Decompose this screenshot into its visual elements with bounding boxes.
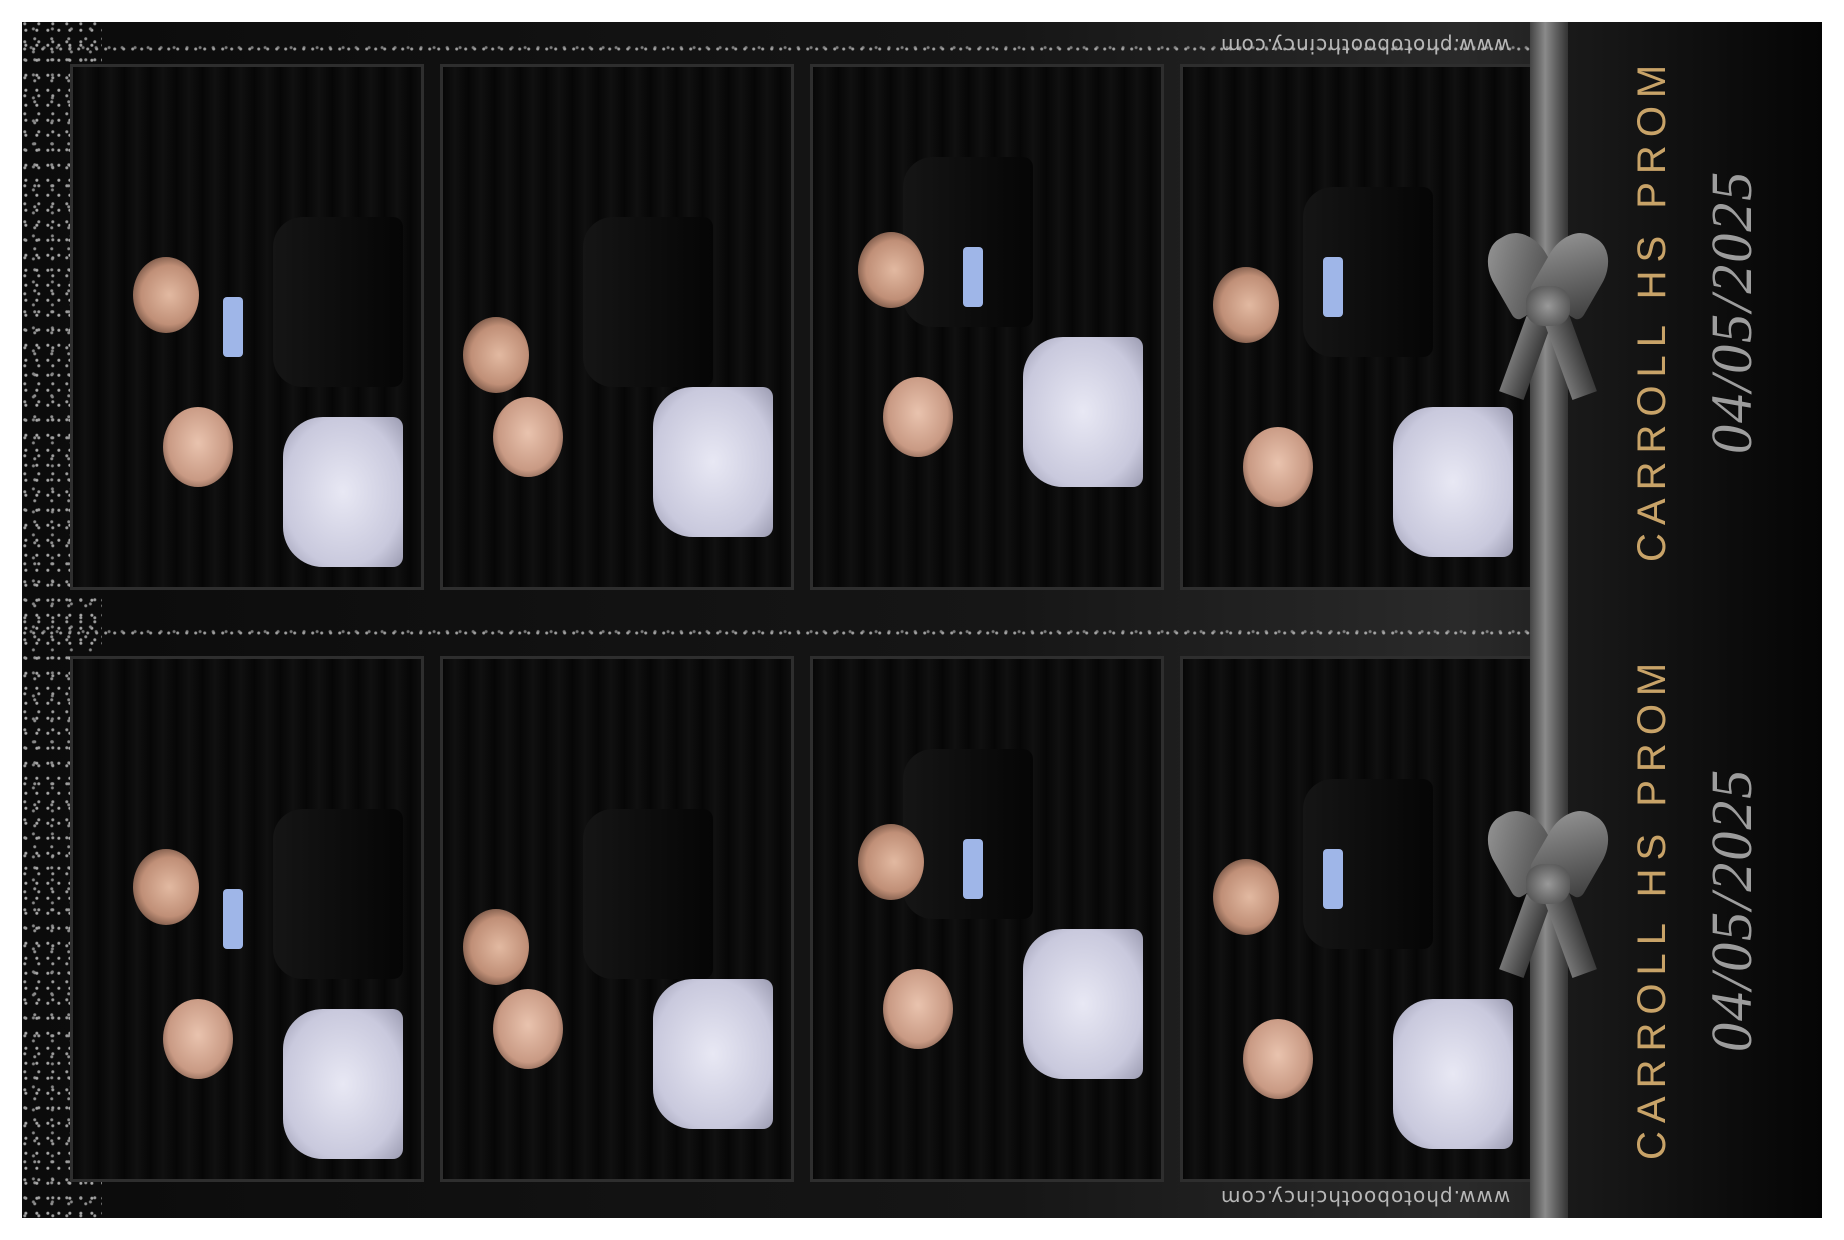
photo-frame-1 [70, 64, 424, 590]
photo-frame-2 [440, 64, 794, 590]
photo-booth-print: www.photoboothcincy.com CARROLL HS PROM … [22, 22, 1822, 1218]
sparkle-row [22, 626, 1542, 640]
photo-frame-3 [810, 64, 1164, 590]
event-title: CARROLL HS PROM [1630, 654, 1674, 1160]
photo-frame-7 [810, 656, 1164, 1182]
event-title: CARROLL HS PROM [1630, 56, 1674, 562]
photo-frame-4 [1180, 64, 1536, 590]
website-label: www.photoboothcincy.com [1220, 1186, 1511, 1210]
photo-frame-6 [440, 656, 794, 1182]
event-date: 04/05/2025 [1699, 767, 1764, 1052]
photo-frame-5 [70, 656, 424, 1182]
website-label: www.photoboothcincy.com [1220, 34, 1511, 58]
bow-icon [1476, 800, 1620, 979]
photo-strip-top: www.photoboothcincy.com CARROLL HS PROM … [22, 22, 1822, 620]
bow-icon [1476, 222, 1620, 401]
photo-strip-bottom: www.photoboothcincy.com CARROLL HS PROM … [22, 620, 1822, 1218]
event-date: 04/05/2025 [1699, 169, 1764, 454]
photo-frame-8 [1180, 656, 1536, 1182]
